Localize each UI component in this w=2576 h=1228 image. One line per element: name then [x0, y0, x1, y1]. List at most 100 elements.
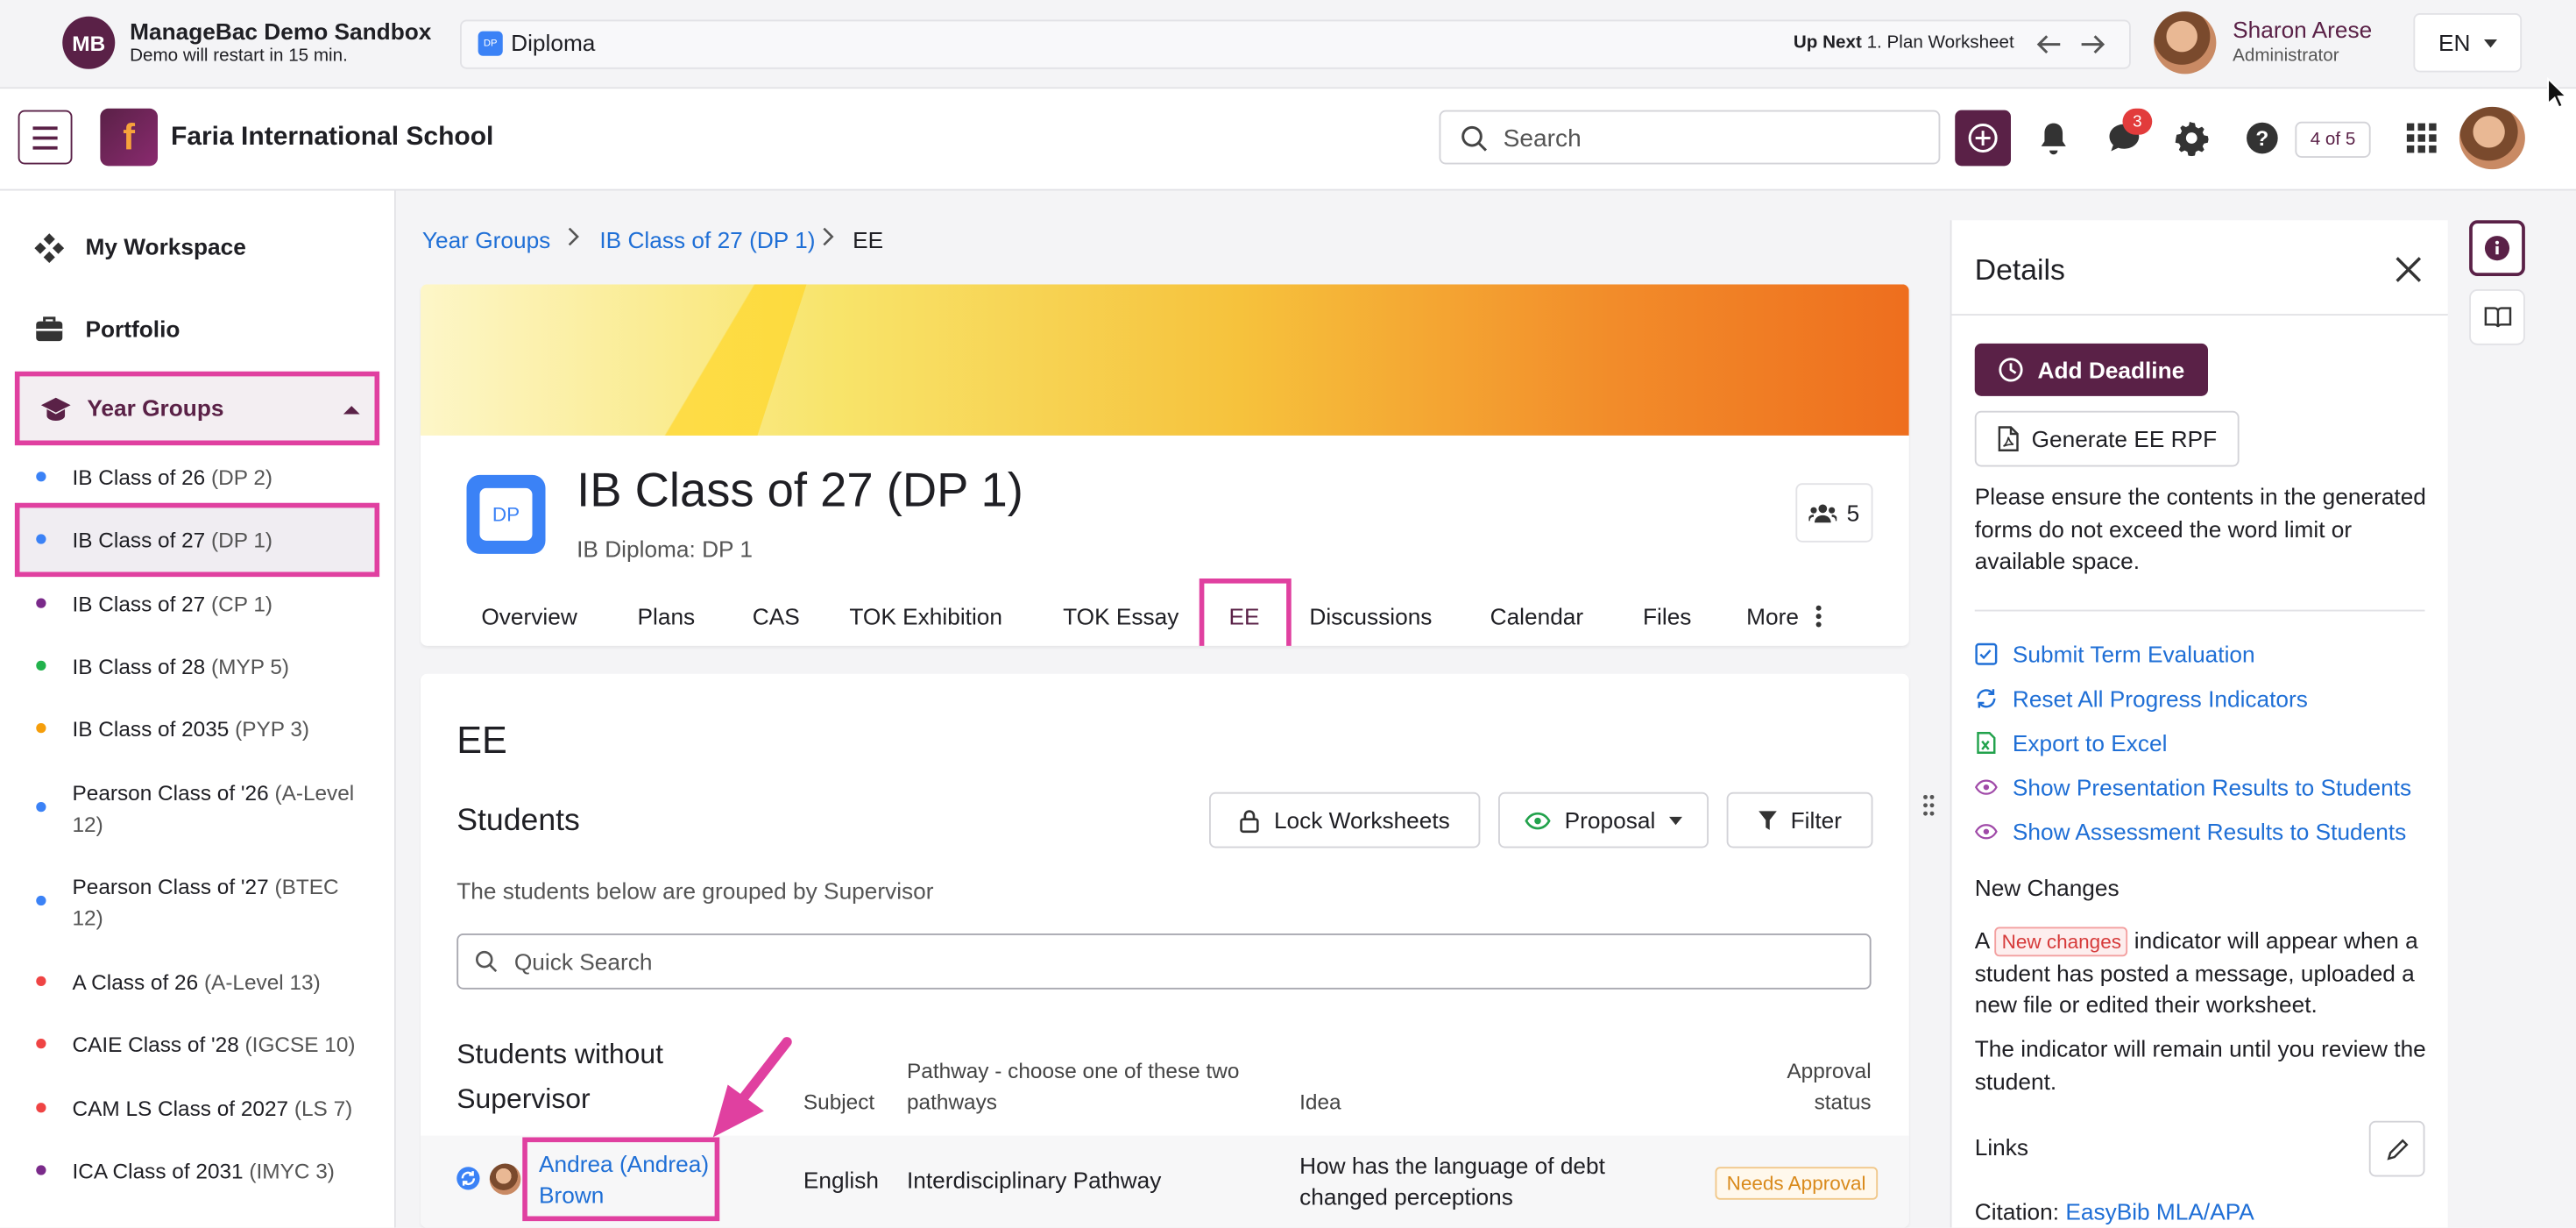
new-changes-text: A New changes indicator will appear when…: [1974, 926, 2418, 1018]
excel-icon: [1977, 732, 1996, 754]
global-search-input[interactable]: Search: [1439, 110, 1941, 165]
diploma-logo: DP: [466, 474, 546, 554]
proposal-dropdown[interactable]: Proposal: [1498, 791, 1709, 848]
demo-title: ManageBac Demo Sandbox: [130, 18, 432, 45]
sidebar: My Workspace Portfolio: [0, 190, 396, 1228]
up-next-label: Up Next: [1793, 32, 1862, 53]
status-dot: [36, 598, 46, 608]
arrow-left-icon[interactable]: [2031, 26, 2067, 62]
eye-icon: [1974, 779, 1998, 795]
help-icon[interactable]: ?: [2241, 117, 2284, 160]
breadcrumb-class[interactable]: IB Class of 27 (DP 1): [599, 227, 815, 253]
status-dot: [36, 534, 46, 544]
user-avatar[interactable]: [2154, 11, 2217, 75]
class-subtitle: IB Diploma: DP 1: [577, 536, 753, 563]
page-count-pill[interactable]: 4 of 5: [2295, 121, 2371, 158]
edit-links-button[interactable]: [2368, 1120, 2425, 1177]
checklist-icon: [1975, 642, 1998, 665]
close-icon[interactable]: [2392, 253, 2425, 287]
tab-cas[interactable]: CAS: [753, 603, 800, 629]
bell-icon[interactable]: [2032, 117, 2075, 160]
tab-discussions[interactable]: Discussions: [1309, 603, 1432, 629]
citation-row: Citation: EasyBib MLA/APA: [1974, 1197, 2254, 1224]
tab-ee[interactable]: EE: [1229, 603, 1260, 629]
divider: [1951, 314, 2448, 316]
demo-bar: MB ManageBac Demo Sandbox Demo will rest…: [0, 0, 2576, 89]
user-name[interactable]: Sharon Arese: [2233, 17, 2372, 43]
students-heading: Students: [456, 803, 580, 839]
arrow-right-icon[interactable]: [2075, 26, 2111, 62]
sidebar-item-year-groups[interactable]: Year Groups: [14, 371, 380, 446]
tab-overview[interactable]: Overview: [481, 603, 577, 629]
item-name: CAM LS Class of 2027: [72, 1096, 289, 1121]
kebab-icon: [1815, 605, 1822, 633]
tab-files[interactable]: Files: [1643, 603, 1691, 629]
messages-badge: 3: [2122, 108, 2153, 135]
column-subject: Subject: [803, 1090, 875, 1115]
svg-text:?: ?: [2255, 127, 2268, 151]
sync-icon: [456, 1167, 480, 1190]
search-icon: [476, 950, 498, 973]
program-selector[interactable]: DP Diploma Up Next 1. Plan Worksheet: [460, 19, 2131, 69]
mouse-cursor-icon: [2547, 77, 2569, 109]
diploma-icon: DP: [478, 31, 503, 56]
breadcrumb-year-groups[interactable]: Year Groups: [422, 227, 550, 253]
user-role: Administrator: [2233, 46, 2339, 67]
status-dot: [36, 1103, 46, 1113]
tab-calendar[interactable]: Calendar: [1490, 603, 1584, 629]
school-logo: f: [100, 108, 158, 167]
up-next[interactable]: Up Next 1. Plan Worksheet: [1794, 33, 2014, 53]
lock-worksheets-button[interactable]: Lock Worksheets: [1209, 791, 1481, 848]
link-label: Reset All Progress Indicators: [2012, 685, 2308, 712]
menu-icon[interactable]: [18, 110, 73, 165]
item-name: IB Class of 27: [72, 527, 206, 552]
filter-button[interactable]: Filter: [1726, 791, 1873, 848]
item-name: IB Class of 26: [72, 465, 206, 490]
item-tag: (A-Level 13): [203, 969, 321, 995]
guide-panel-button[interactable]: [2469, 289, 2525, 345]
item-name: Pearson Class of '27: [72, 874, 269, 899]
item-name: IB Class of 27: [72, 592, 206, 617]
add-deadline-button[interactable]: Add Deadline: [1974, 343, 2208, 396]
eye-icon: [1974, 824, 1998, 840]
language-selector[interactable]: EN: [2413, 13, 2523, 73]
tab-more[interactable]: More: [1746, 603, 1822, 632]
members-button[interactable]: 5: [1795, 483, 1873, 543]
tab-plans[interactable]: Plans: [638, 603, 696, 629]
tab-tok-exhibition[interactable]: TOK Exhibition: [849, 603, 1002, 629]
item-tag: (CP 1): [211, 592, 273, 617]
class-card: DP IB Class of 27 (DP 1) IB Diploma: DP …: [421, 284, 1909, 646]
drag-handle-icon[interactable]: [1922, 794, 1936, 817]
sidebar-label-portfolio: Portfolio: [85, 316, 180, 342]
chevron-up-icon: [343, 406, 360, 415]
apps-grid-icon[interactable]: [2400, 117, 2443, 160]
new-changes-text-2: The indicator will remain until you revi…: [1974, 1035, 2426, 1094]
links-heading: Links: [1974, 1133, 2029, 1161]
column-idea: Idea: [1299, 1090, 1341, 1115]
details-note: Please ensure the contents in the genera…: [1974, 483, 2426, 574]
lock-label: Lock Worksheets: [1273, 806, 1450, 834]
new-changes-badge: New changes: [1995, 926, 2128, 957]
filter-label: Filter: [1790, 806, 1842, 834]
student-avatar: [489, 1163, 521, 1196]
link-label: Submit Term Evaluation: [2012, 641, 2255, 668]
info-panel-button[interactable]: [2469, 220, 2525, 276]
add-new-button[interactable]: [1955, 110, 2011, 167]
tab-tok-essay[interactable]: TOK Essay: [1063, 603, 1178, 629]
plus-icon: [1968, 124, 1998, 153]
chevron-right-icon: [567, 227, 580, 252]
generate-rpf-button[interactable]: Generate EE RPF: [1974, 410, 2240, 467]
profile-avatar[interactable]: [2459, 106, 2525, 170]
quick-search-input[interactable]: Quick Search: [456, 933, 1872, 990]
users-icon: [1808, 503, 1837, 522]
link-label: Export to Excel: [2012, 729, 2168, 756]
workspace-icon: [34, 233, 65, 263]
quick-search-placeholder: Quick Search: [513, 948, 653, 975]
managebac-logo: MB: [62, 16, 116, 69]
citation-link[interactable]: EasyBib MLA/APA: [2065, 1198, 2254, 1224]
year-groups-label: Year Groups: [87, 394, 224, 421]
student-name-link[interactable]: Andrea (Andrea) Brown: [539, 1149, 719, 1211]
school-name[interactable]: Faria International School: [171, 124, 493, 153]
status-dot: [36, 895, 46, 906]
gear-icon[interactable]: [2170, 117, 2213, 160]
